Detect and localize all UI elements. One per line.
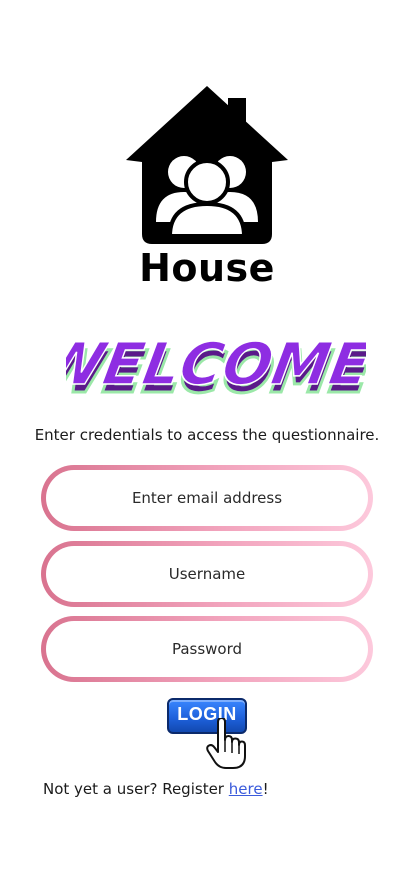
house-users-icon [126, 86, 288, 244]
register-prefix: Not yet a user? Register [43, 780, 229, 798]
register-link[interactable]: here [229, 780, 263, 798]
username-field[interactable] [46, 546, 368, 602]
register-line: Not yet a user? Register here! [43, 780, 269, 798]
email-field-frame [41, 465, 373, 531]
hand-pointer-icon [206, 718, 246, 769]
welcome-banner: WELCOME! WELCOME! [66, 330, 366, 408]
password-field[interactable] [46, 621, 368, 677]
username-field-frame [41, 541, 373, 607]
welcome-text: WELCOME! [66, 330, 366, 397]
instructions-text: Enter credentials to access the question… [34, 426, 380, 444]
password-field-frame [41, 616, 373, 682]
register-suffix: ! [262, 780, 269, 798]
brand-name: House [139, 246, 275, 290]
email-field[interactable] [46, 470, 368, 526]
